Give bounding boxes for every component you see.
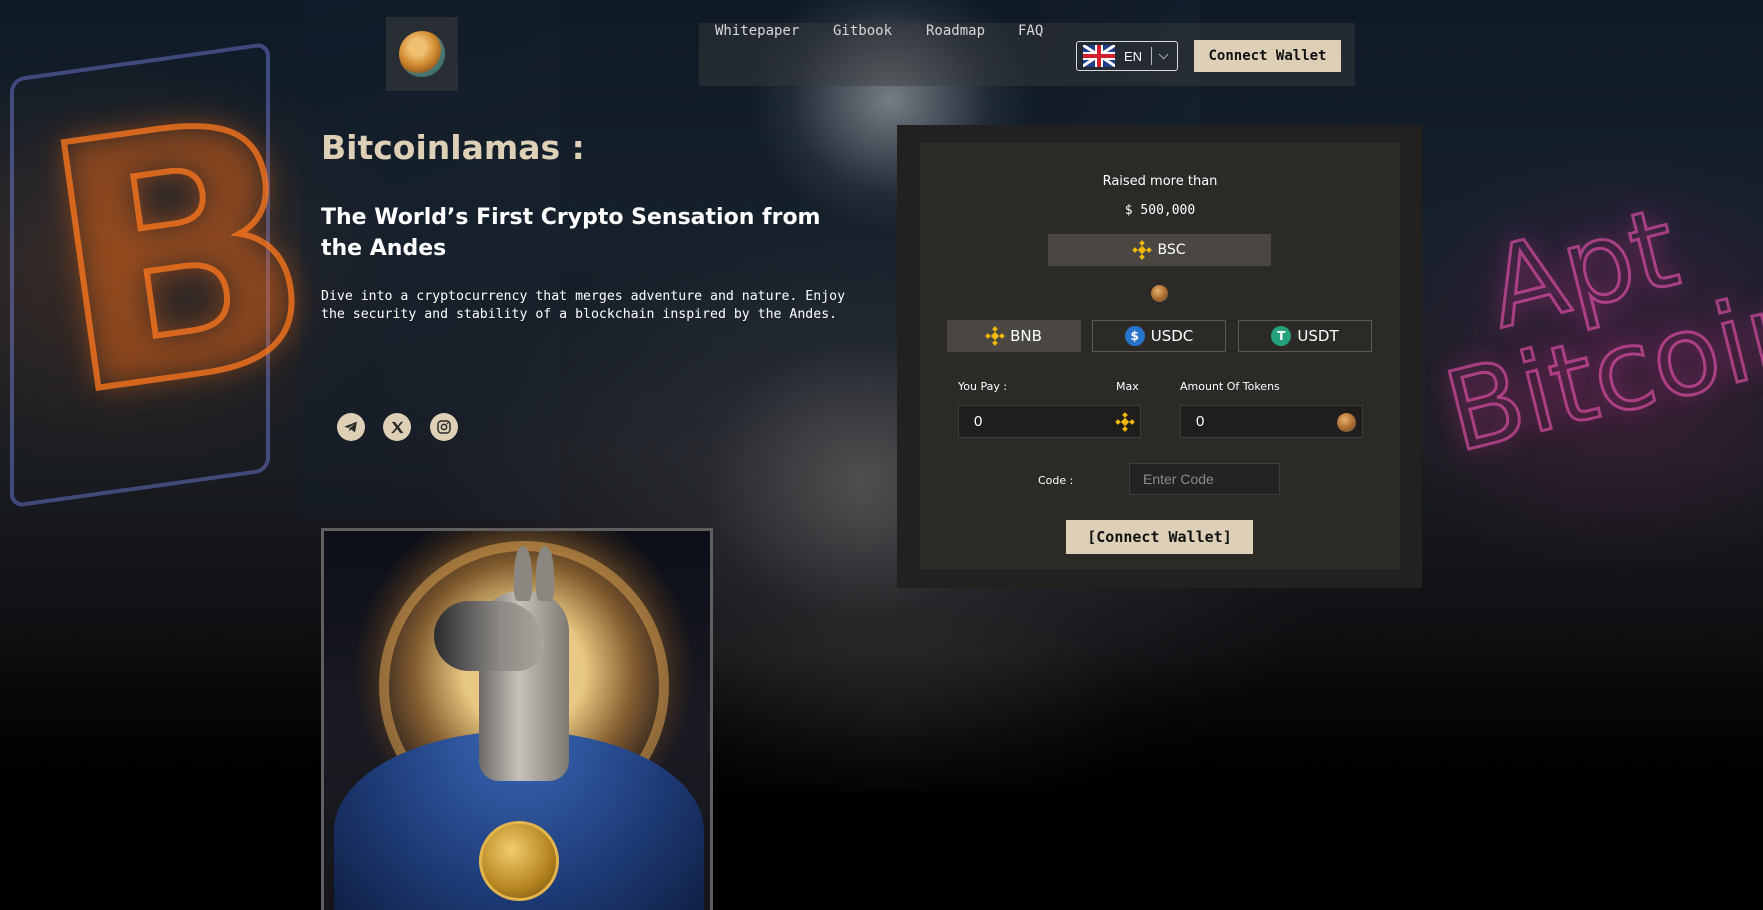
amount-of-tokens-label: Amount Of Tokens — [1180, 380, 1280, 393]
instagram-icon — [437, 420, 451, 434]
tokens-input[interactable] — [1181, 406, 1362, 437]
x-twitter-link[interactable] — [383, 413, 411, 441]
telegram-link[interactable] — [337, 413, 365, 441]
presale-connect-wallet-button[interactable]: [Connect Wallet] — [1066, 520, 1253, 554]
nav-whitepaper[interactable]: Whitepaper — [715, 23, 799, 39]
language-select[interactable]: EN — [1076, 41, 1178, 71]
network-label: BSC — [1157, 242, 1186, 258]
bnb-icon — [1132, 240, 1153, 260]
hero-title: Bitcoinlamas : — [321, 128, 585, 167]
language-code: EN — [1124, 48, 1143, 64]
uk-flag-icon — [1083, 45, 1115, 67]
code-field — [1129, 463, 1280, 495]
language-divider — [1151, 47, 1153, 65]
llama-token-icon — [1337, 413, 1356, 432]
usdc-icon: $ — [1124, 326, 1145, 346]
you-pay-label: You Pay : — [958, 380, 1008, 393]
llama-logo-icon — [399, 31, 445, 77]
usdt-icon: T — [1271, 326, 1292, 346]
telegram-icon — [344, 421, 357, 433]
nav-roadmap[interactable]: Roadmap — [926, 23, 985, 39]
currency-usdt-button[interactable]: T USDT — [1238, 320, 1372, 352]
background-artwork: B Apt Bitcoin — [0, 0, 1763, 910]
bnb-icon — [1115, 412, 1135, 432]
you-pay-input[interactable] — [959, 406, 1140, 437]
raised-label: Raised more than — [1102, 174, 1218, 189]
site-logo[interactable] — [386, 17, 458, 91]
currency-label: USDT — [1297, 327, 1339, 345]
bnb-icon — [985, 326, 1005, 346]
connect-wallet-button[interactable]: Connect Wallet — [1194, 40, 1341, 72]
raised-amount: $ 500,000 — [1124, 203, 1196, 218]
instagram-link[interactable] — [430, 413, 458, 441]
code-input[interactable] — [1130, 464, 1279, 494]
hero-subtitle: The World’s First Crypto Sensation from … — [321, 205, 821, 261]
currency-label: USDC — [1150, 327, 1194, 345]
currency-label: BNB — [1010, 327, 1042, 345]
hero-description: Dive into a cryptocurrency that merges a… — [321, 289, 846, 322]
currency-bnb-button[interactable]: BNB — [947, 320, 1081, 352]
llama-hero-image — [321, 528, 713, 910]
code-label: Code : — [1038, 474, 1074, 487]
nav-gitbook[interactable]: Gitbook — [833, 23, 892, 39]
network-bsc-button[interactable]: BSC — [1048, 234, 1271, 266]
you-pay-field — [958, 405, 1141, 438]
chevron-down-icon — [1158, 48, 1169, 59]
nav-faq[interactable]: FAQ — [1018, 23, 1043, 39]
llama-token-icon — [1151, 285, 1168, 302]
max-button[interactable]: Max — [1116, 380, 1139, 393]
tokens-field — [1180, 405, 1363, 438]
x-twitter-icon — [390, 421, 403, 433]
currency-usdc-button[interactable]: $ USDC — [1092, 320, 1226, 352]
